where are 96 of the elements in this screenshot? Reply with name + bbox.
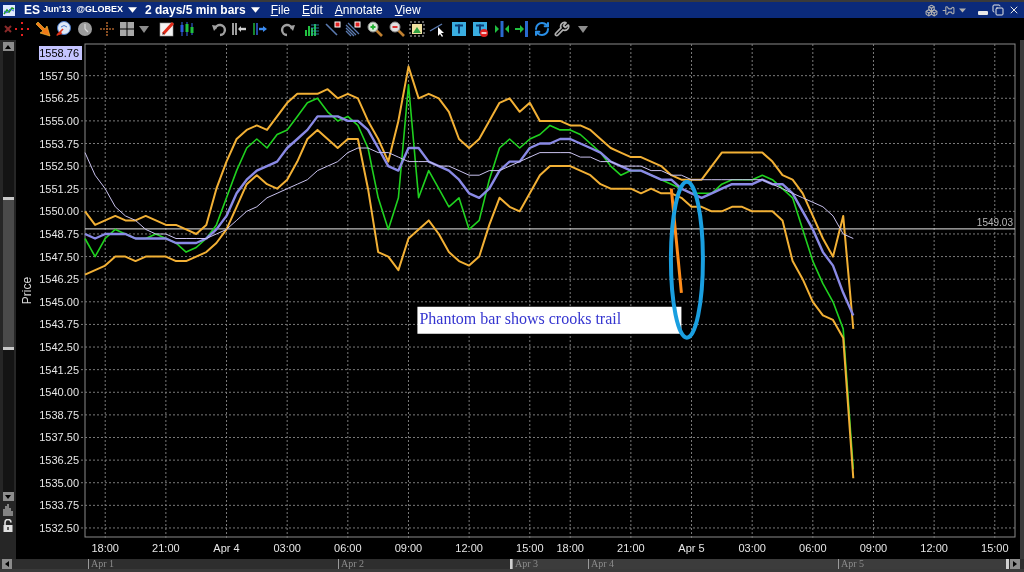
scroll-left-button[interactable] bbox=[2, 559, 12, 569]
wrench-icon[interactable] bbox=[554, 21, 570, 37]
date-label: Apr 2 bbox=[338, 559, 365, 569]
y-axis-label: 1556.25 bbox=[39, 92, 79, 105]
scrollbar-thumb[interactable] bbox=[2, 197, 14, 350]
y-axis-label: 1542.50 bbox=[39, 341, 79, 354]
x-axis-label: 21:00 bbox=[617, 542, 645, 554]
y-axis-label: 1546.25 bbox=[39, 273, 79, 286]
trend-line-icon[interactable] bbox=[325, 21, 341, 37]
x-axis-label: 06:00 bbox=[334, 542, 362, 554]
y-axis-label: 1543.75 bbox=[39, 318, 79, 331]
period-dropdown[interactable]: 2 days/5 min bars bbox=[144, 1, 260, 19]
date-label: Apr 1 bbox=[88, 559, 115, 569]
text-icon[interactable] bbox=[451, 21, 467, 37]
menu-item[interactable]: View bbox=[394, 1, 421, 19]
crosshair-icon[interactable] bbox=[14, 21, 30, 37]
y-axis-label: 1550.00 bbox=[39, 205, 79, 218]
x-axis-label: 15:00 bbox=[981, 542, 1009, 554]
clock-icon[interactable] bbox=[77, 21, 93, 37]
grid-icon[interactable] bbox=[119, 21, 135, 37]
y-axis-title: Price bbox=[20, 276, 34, 305]
arrow-up-icon bbox=[5, 44, 11, 49]
x-axis-label: 18:00 bbox=[556, 542, 584, 554]
scroll-right-button[interactable] bbox=[1010, 559, 1020, 569]
x-axis-label: 15:00 bbox=[516, 542, 544, 554]
x-axis-label: 21:00 bbox=[152, 542, 180, 554]
bar-chart-icon[interactable] bbox=[3, 504, 13, 516]
chart-app-icon bbox=[3, 4, 15, 16]
y-axis-label: 1541.25 bbox=[39, 363, 79, 376]
scroll-up-button[interactable] bbox=[2, 42, 14, 51]
symbol-dropdown[interactable]: ES Jun'13 @GLOBEX bbox=[24, 1, 137, 19]
arrow-right-icon bbox=[1013, 561, 1017, 567]
y-axis-label: 1555.00 bbox=[39, 114, 79, 127]
y-axis-label: 1536.25 bbox=[39, 454, 79, 467]
x-axis-label: 03:00 bbox=[273, 542, 301, 554]
lock-icon[interactable] bbox=[3, 519, 13, 532]
y-axis-label: 1553.75 bbox=[39, 137, 79, 150]
price-tag: 1558.76 bbox=[39, 46, 82, 60]
fit-frame-icon[interactable] bbox=[409, 21, 425, 37]
last-price-label: 1549.03 bbox=[976, 216, 1013, 228]
x-axis-label: Apr 4 bbox=[213, 542, 240, 554]
redo-icon[interactable] bbox=[280, 21, 296, 37]
scroll-down-button[interactable] bbox=[2, 492, 14, 501]
y-axis-label: 1533.75 bbox=[39, 499, 79, 512]
y-axis-label: 1548.75 bbox=[39, 227, 79, 240]
caret-icon[interactable] bbox=[959, 7, 966, 13]
x-axis-label: 03:00 bbox=[738, 542, 766, 554]
x-axis-label: 18:00 bbox=[91, 542, 119, 554]
y-axis-label: 1540.00 bbox=[39, 386, 79, 399]
x-axis-label: 09:00 bbox=[394, 542, 423, 554]
caret-icon bbox=[127, 7, 137, 13]
x-axis-label: 12:00 bbox=[920, 542, 948, 554]
zoom-out-icon[interactable] bbox=[389, 21, 405, 37]
line-cursor-icon[interactable] bbox=[429, 21, 445, 37]
date-label: Apr 5 bbox=[838, 559, 865, 569]
arrow-left-icon bbox=[5, 561, 9, 567]
bar-arrow-right-icon[interactable] bbox=[252, 21, 268, 37]
x-axis-label: 12:00 bbox=[455, 542, 483, 554]
scrollbar-thumb[interactable] bbox=[510, 559, 1009, 569]
menu-item[interactable]: File bbox=[270, 1, 291, 19]
bar-arrow-left-icon[interactable] bbox=[231, 21, 247, 37]
close-icon[interactable] bbox=[1008, 4, 1020, 16]
parallel-lines-icon[interactable] bbox=[345, 21, 361, 37]
y-axis-label: 1551.25 bbox=[39, 182, 79, 195]
volume-bars-icon[interactable] bbox=[304, 21, 320, 37]
refresh-icon[interactable] bbox=[534, 21, 550, 37]
y-axis-label: 1535.00 bbox=[39, 476, 79, 489]
cursor-arrow-icon[interactable] bbox=[35, 21, 51, 37]
y-axis-label: 1537.50 bbox=[39, 431, 79, 444]
y-axis-label: 1552.50 bbox=[39, 160, 79, 173]
restore-icon[interactable] bbox=[992, 4, 1004, 16]
date-label: Apr 4 bbox=[588, 559, 615, 569]
candlestick-icon[interactable] bbox=[179, 21, 195, 37]
cubes-icon[interactable] bbox=[925, 3, 938, 17]
y-axis-label: 1557.50 bbox=[39, 69, 79, 82]
y-axis-label: 1538.75 bbox=[39, 408, 79, 421]
expand-horizontal-icon[interactable] bbox=[494, 21, 510, 37]
bar-arrow-icon[interactable] bbox=[514, 21, 530, 37]
caret-icon bbox=[250, 7, 260, 13]
date-label: Apr 3 bbox=[512, 559, 539, 569]
pin-icon[interactable] bbox=[942, 3, 955, 17]
x-axis-label: 06:00 bbox=[799, 542, 827, 554]
menu-item[interactable]: Annotate bbox=[334, 1, 383, 19]
menu-item[interactable]: Edit bbox=[302, 1, 323, 19]
remove-text-icon[interactable] bbox=[472, 21, 488, 37]
zoom-in-icon[interactable] bbox=[367, 21, 383, 37]
callout-note: Phantom bar shows crooks trail bbox=[417, 306, 682, 334]
arrow-down-icon bbox=[5, 494, 11, 499]
y-axis-label: 1545.00 bbox=[39, 295, 79, 308]
x-axis-label: 09:00 bbox=[859, 542, 888, 554]
y-axis-label: 1532.50 bbox=[39, 521, 79, 534]
annotation: Phantom bar shows crooks trail bbox=[419, 309, 622, 327]
undo-icon[interactable] bbox=[211, 21, 227, 37]
x-axis-label: Apr 5 bbox=[678, 542, 705, 554]
pencil-icon[interactable] bbox=[159, 21, 175, 37]
y-axis-label: 1547.50 bbox=[39, 250, 79, 263]
